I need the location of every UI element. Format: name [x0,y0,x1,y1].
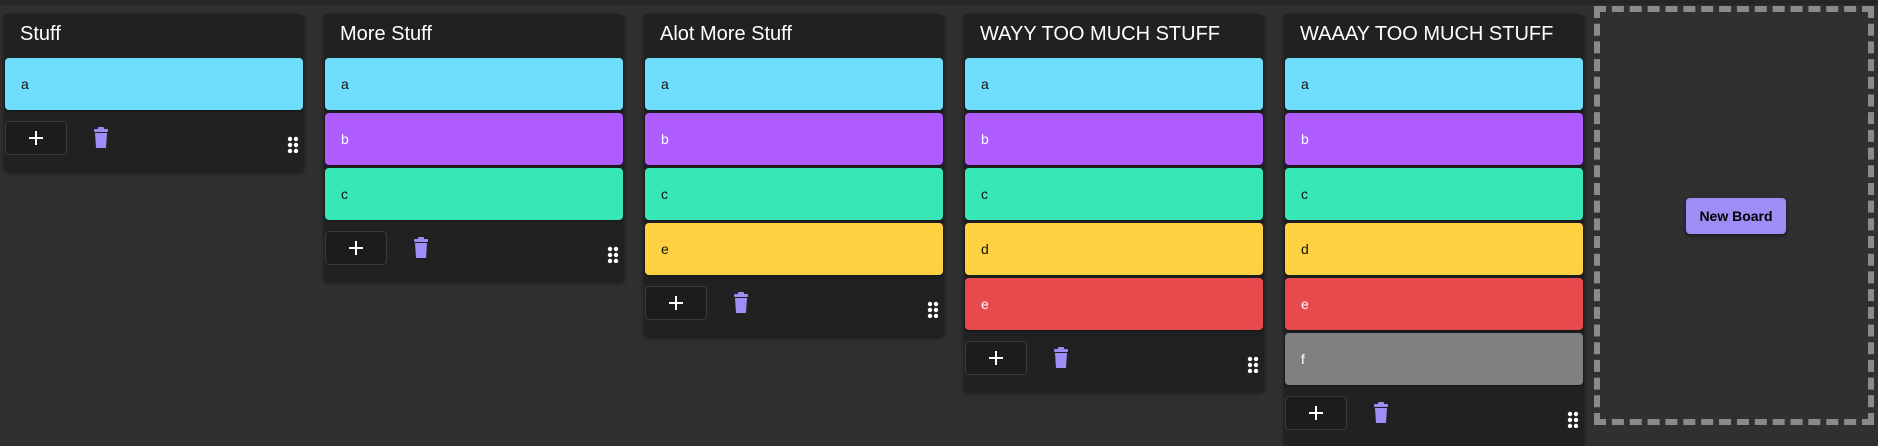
add-card-button[interactable] [1285,396,1347,430]
trash-icon [414,237,428,258]
board-footer [964,337,1264,391]
card[interactable]: a [1285,58,1583,110]
card[interactable]: c [645,168,943,220]
card[interactable]: e [965,278,1263,330]
card[interactable]: b [325,113,623,165]
card[interactable]: a [965,58,1263,110]
add-card-button[interactable] [325,231,387,265]
board-footer [324,227,624,281]
card[interactable]: f [1285,333,1583,385]
drag-handle-icon[interactable] [607,246,619,264]
delete-board-button[interactable] [91,127,111,149]
card[interactable]: e [1285,278,1583,330]
board-footer [1284,392,1584,446]
plus-icon [669,296,683,310]
drag-handle-icon[interactable] [927,301,939,319]
delete-board-button[interactable] [1051,347,1071,369]
card[interactable]: b [965,113,1263,165]
drag-handle-icon[interactable] [1247,356,1259,374]
board: More Stuff a b c [324,14,624,281]
board-footer [4,117,304,171]
card[interactable]: d [1285,223,1583,275]
board-title[interactable]: WAAAY TOO MUCH STUFF [1284,14,1584,58]
add-card-button[interactable] [5,121,67,155]
board: Alot More Stuff a b c e [644,14,944,336]
board: Stuff a [4,14,304,171]
board-footer [644,282,944,336]
card[interactable]: b [645,113,943,165]
plus-icon [1309,406,1323,420]
drag-handle-icon[interactable] [1567,411,1579,429]
drag-handle-icon[interactable] [287,136,299,154]
card[interactable]: c [325,168,623,220]
trash-icon [94,127,108,148]
delete-board-button[interactable] [1371,402,1391,424]
plus-icon [989,351,1003,365]
board: WAAAY TOO MUCH STUFF a b c d e f [1284,14,1584,446]
board-title[interactable]: Stuff [4,14,304,58]
card[interactable]: e [645,223,943,275]
card[interactable]: b [1285,113,1583,165]
trash-icon [734,292,748,313]
card[interactable]: d [965,223,1263,275]
card[interactable]: c [965,168,1263,220]
card[interactable]: c [1285,168,1583,220]
top-bar [0,0,1878,5]
plus-icon [349,241,363,255]
add-card-button[interactable] [965,341,1027,375]
trash-icon [1054,347,1068,368]
add-card-button[interactable] [645,286,707,320]
trash-icon [1374,402,1388,423]
delete-board-button[interactable] [731,292,751,314]
plus-icon [29,131,43,145]
board: WAYY TOO MUCH STUFF a b c d e [964,14,1264,391]
board-title[interactable]: More Stuff [324,14,624,58]
card[interactable]: a [325,58,623,110]
board-title[interactable]: WAYY TOO MUCH STUFF [964,14,1264,58]
board-title[interactable]: Alot More Stuff [644,14,944,58]
card[interactable]: a [645,58,943,110]
delete-board-button[interactable] [411,237,431,259]
card[interactable]: a [5,58,303,110]
new-board-button[interactable]: New Board [1686,198,1786,234]
